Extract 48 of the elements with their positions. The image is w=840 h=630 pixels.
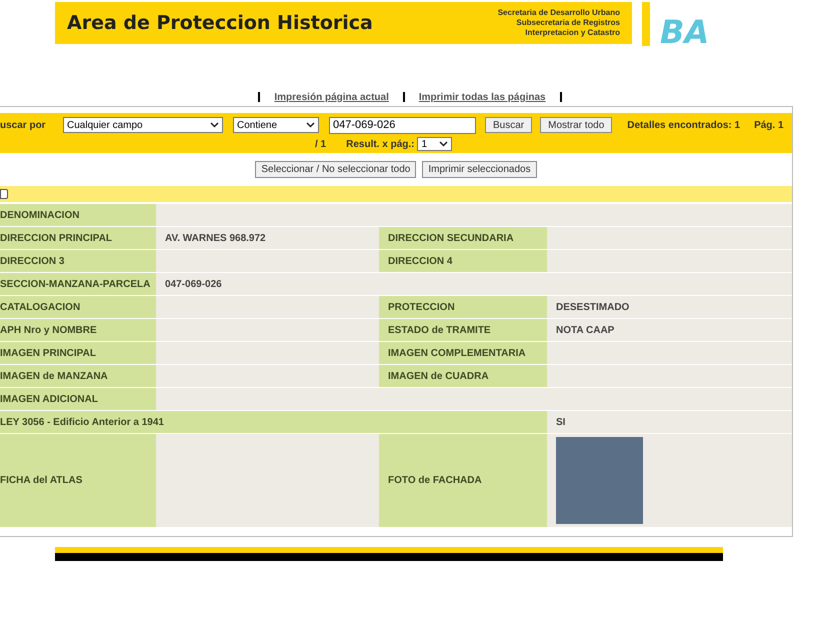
print-link[interactable]: Imprimir todas las páginas [418, 90, 546, 104]
divider-bar [642, 2, 650, 46]
subtitle-line: Subsecretaria de Registros [516, 18, 620, 28]
label-cell: FICHA del ATLAS [0, 434, 156, 527]
operator-select[interactable]: Contiene [233, 117, 319, 133]
label-cell: IMAGEN de MANZANA [0, 365, 156, 387]
page-total: / 1 [315, 138, 326, 152]
logo: BA [660, 12, 710, 53]
chevron-icon [306, 122, 315, 128]
label-cell: FOTO de FACHADA [379, 434, 547, 527]
label-cell: DENOMINACION [0, 204, 156, 226]
label-cell: IMAGEN PRINCIPAL [0, 342, 156, 364]
label-cell: DIRECCION PRINCIPAL [0, 227, 156, 249]
per-page-select[interactable]: 1 [417, 137, 452, 151]
action-button[interactable]: Imprimir seleccionados [422, 161, 537, 178]
page-title: Area de Proteccion Historica [67, 10, 373, 36]
label-cell: DIRECCION 3 [0, 250, 156, 272]
search-button[interactable]: Mostrar todo [540, 117, 612, 133]
label-cell: SECCION-MANZANA-PARCELA [0, 273, 156, 295]
label-cell: DIRECCION SECUNDARIA [379, 227, 547, 249]
chevron-icon [210, 122, 219, 128]
value-cell: DESESTIMADO [547, 296, 792, 318]
per-page-label: Result. x pág.: [346, 138, 414, 152]
value-cell: NOTA CAAP [547, 319, 792, 341]
value-cell: AV. WARNES 968.972 [156, 227, 379, 249]
results-count: Detalles encontrados: 1 [627, 118, 740, 132]
label-cell: APH Nro y NOMBRE [0, 319, 156, 341]
label-cell: PROTECCION [379, 296, 547, 318]
subtitle-line: Secretaria de Desarrollo Urbano [498, 8, 620, 18]
search-input[interactable]: 047-069-026 [329, 116, 476, 134]
print-link[interactable]: Impresión página actual [274, 90, 389, 104]
label-cell: IMAGEN COMPLEMENTARIA [379, 342, 547, 364]
subtitle-line: Interpretacion y Catastro [525, 28, 620, 38]
label-cell: LEY 3056 - Edificio Anterior a 1941 [0, 411, 547, 433]
label-cell: CATALOGACION [0, 296, 156, 318]
label-cell: IMAGEN de CUADRA [379, 365, 547, 387]
page-number: Pág. 1 [754, 118, 784, 132]
field-select[interactable]: Cualquier campo [63, 117, 223, 133]
checkbox[interactable] [0, 189, 8, 199]
label-cell: IMAGEN ADICIONAL [0, 388, 156, 410]
label-cell: DIRECCION 4 [379, 250, 547, 272]
value-cell: SI [547, 411, 792, 433]
search-button[interactable]: Buscar [485, 117, 532, 133]
label-cell: ESTADO de TRAMITE [379, 319, 547, 341]
chevron-icon [439, 141, 448, 147]
value-cell: 047-069-026 [156, 273, 792, 295]
action-button[interactable]: Seleccionar / No seleccionar todo [255, 161, 416, 178]
search-label: uscar por [0, 118, 47, 132]
